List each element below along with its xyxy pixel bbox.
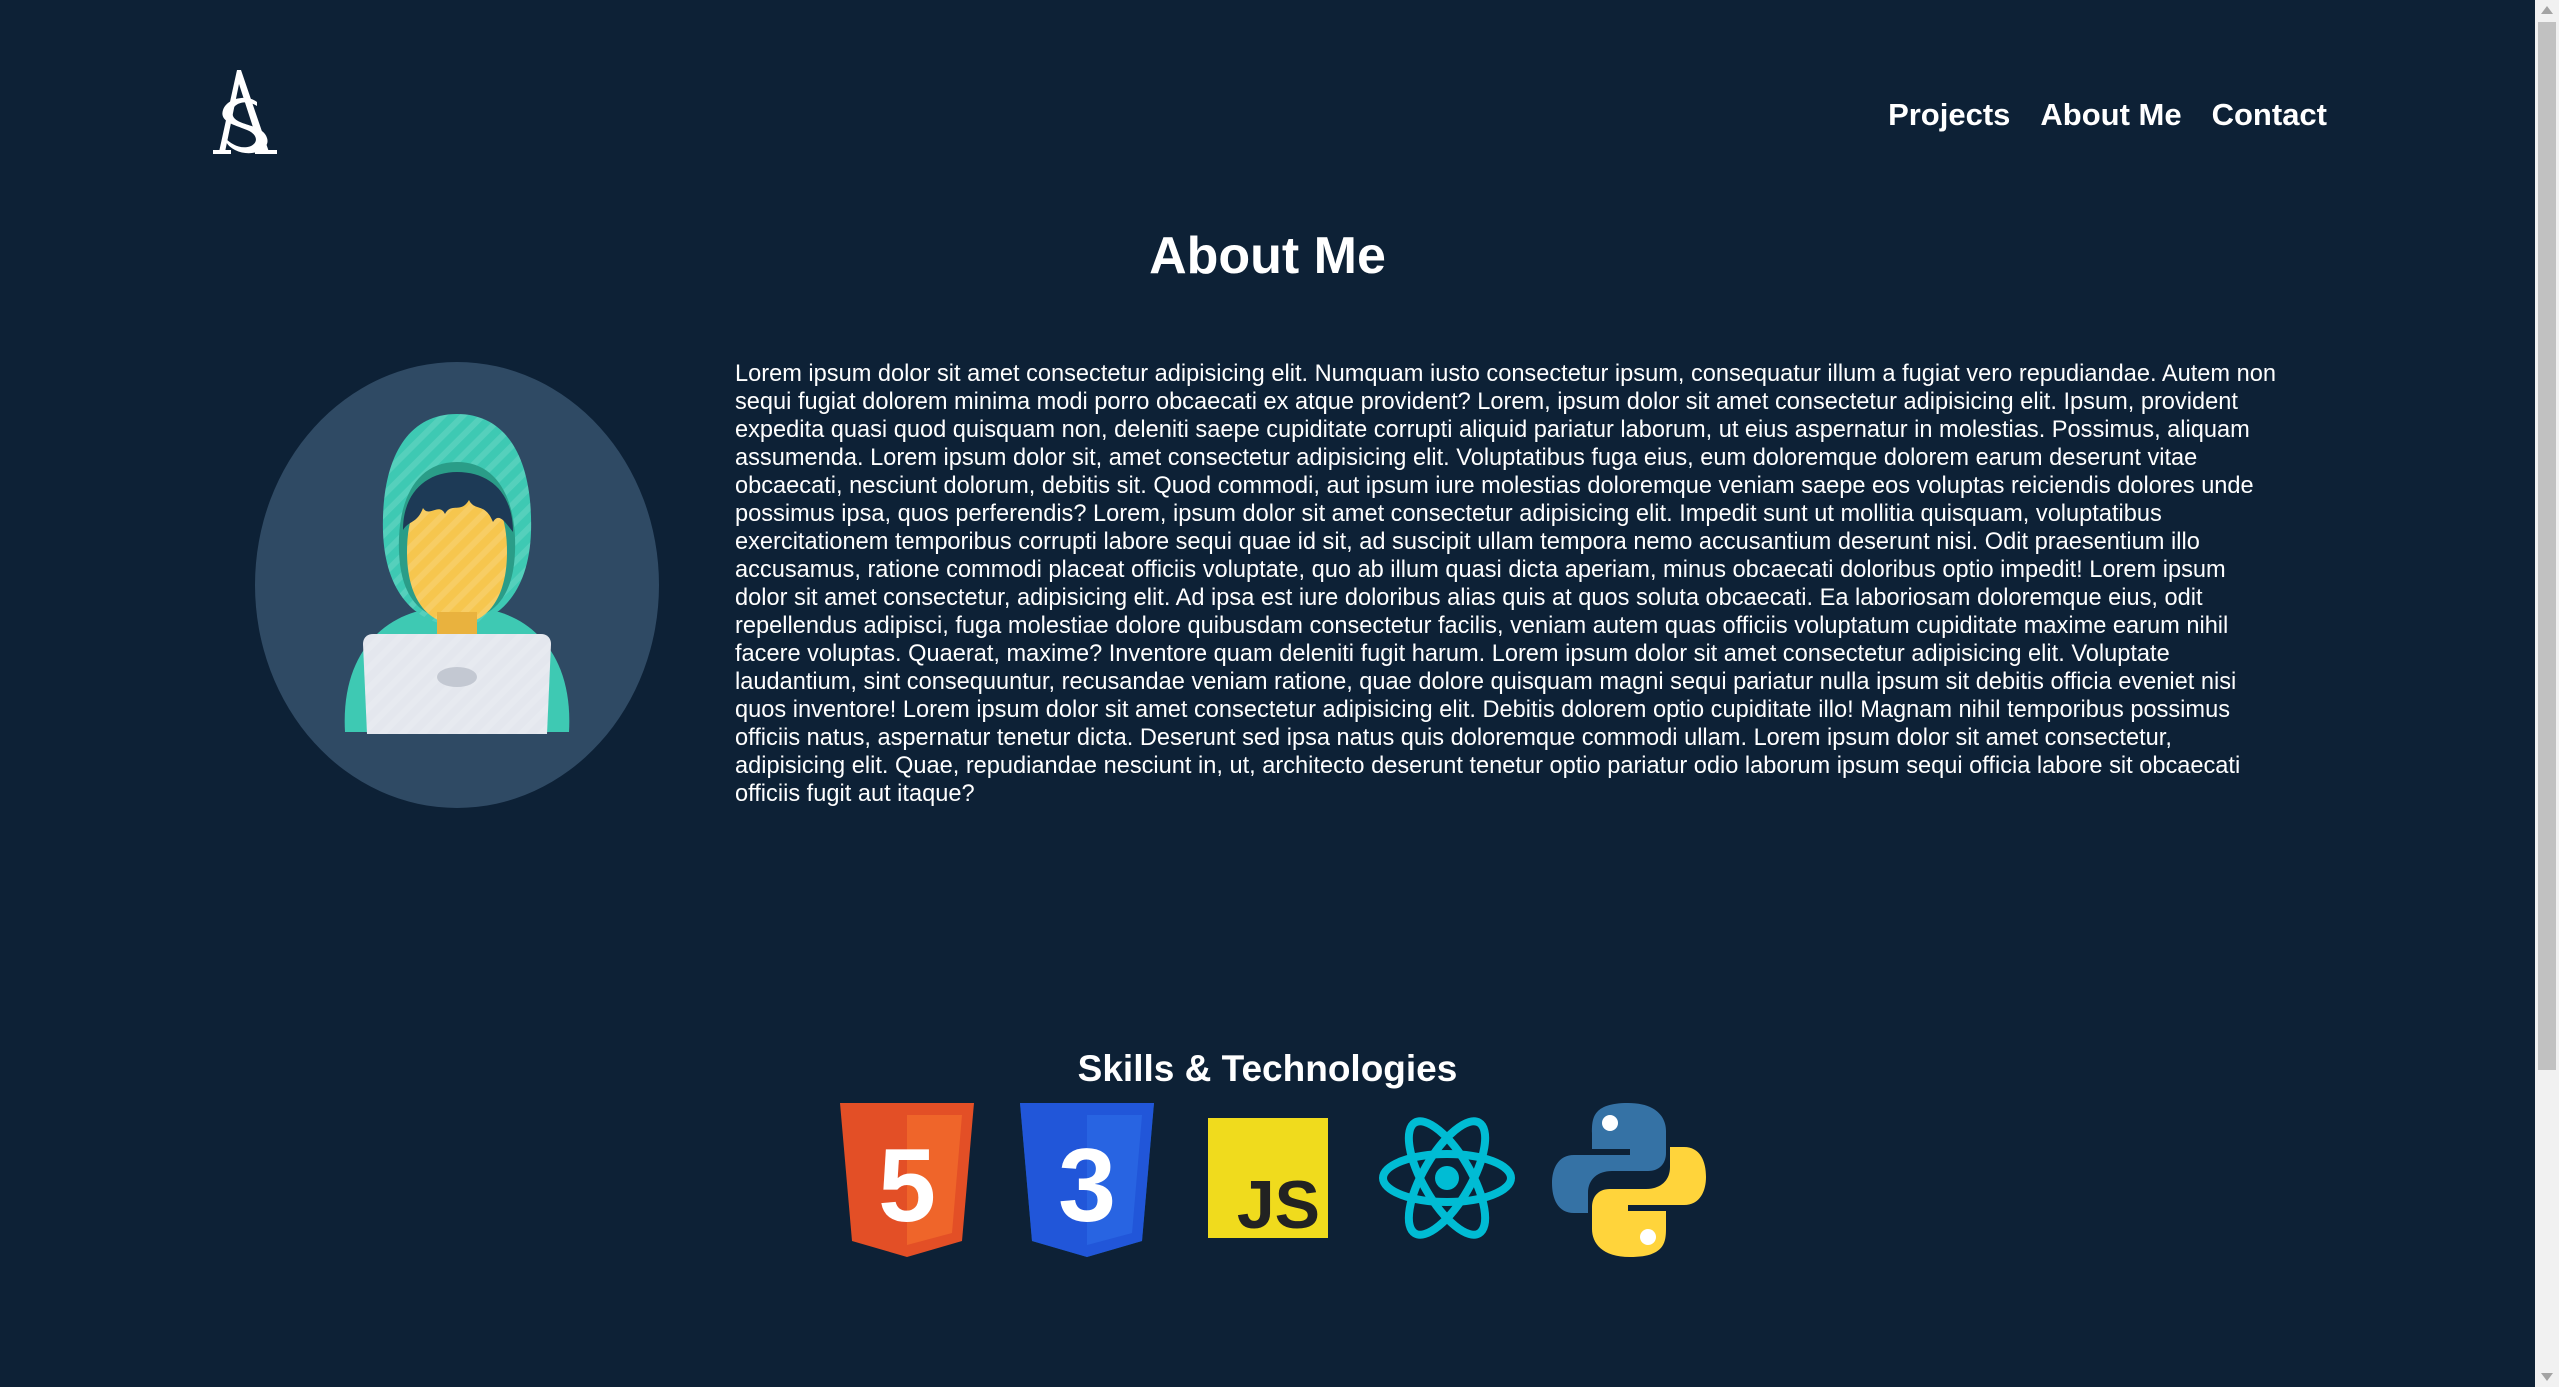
html5-icon: 5 — [840, 1103, 974, 1257]
nav-link-contact[interactable]: Contact — [2212, 95, 2327, 135]
site-logo[interactable] — [205, 66, 283, 158]
page-title: About Me — [1149, 227, 1386, 285]
page: Projects About Me Contact About Me Lorem… — [0, 0, 2559, 1387]
javascript-icon-label: JS — [1237, 1167, 1320, 1238]
html5-icon-label: 5 — [878, 1128, 936, 1244]
react-icon — [1379, 1117, 1515, 1239]
python-icon — [1552, 1103, 1706, 1257]
developer-avatar-icon — [255, 362, 659, 808]
about-me-text: Lorem ipsum dolor sit amet consectetur a… — [735, 361, 2276, 807]
page-scrollbar[interactable] — [2535, 0, 2559, 1387]
scroll-up-arrow-icon[interactable] — [2541, 6, 2553, 14]
scrollbar-thumb[interactable] — [2538, 22, 2556, 1070]
nav-link-projects[interactable]: Projects — [1888, 95, 2010, 135]
nav-link-about-me[interactable]: About Me — [2040, 95, 2181, 135]
javascript-icon: JS — [1208, 1118, 1328, 1238]
css3-icon: 3 — [1020, 1103, 1154, 1257]
scroll-down-arrow-icon[interactable] — [2541, 1373, 2553, 1381]
main-nav: Projects About Me Contact — [1888, 95, 2327, 135]
skills-title: Skills & Technologies — [1077, 1048, 1458, 1089]
css3-icon-label: 3 — [1058, 1128, 1116, 1244]
